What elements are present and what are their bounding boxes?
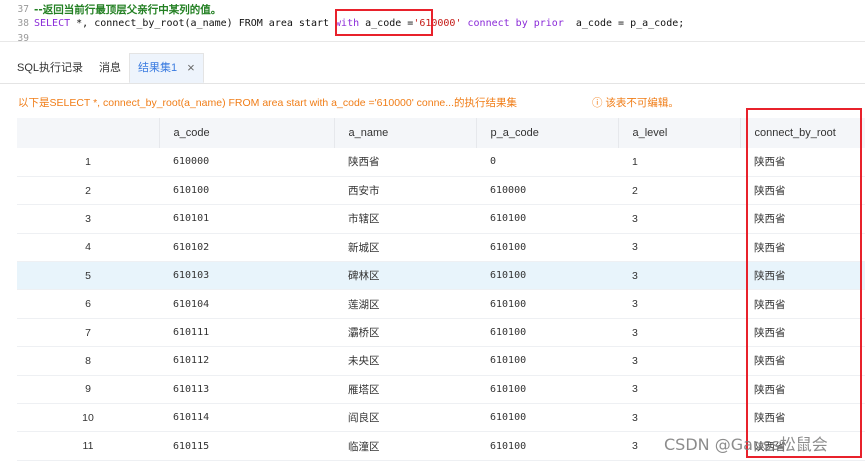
table-cell[interactable]: 610101 [159, 204, 334, 234]
table-row[interactable]: 2 610100 西安市 610000 2 陕西省 [17, 176, 865, 206]
line-number: 37 [17, 3, 29, 15]
sql-keyword: SELECT [34, 17, 71, 29]
table-cell[interactable]: 5 [17, 261, 159, 291]
table-cell[interactable]: 3 [618, 289, 740, 319]
sql-text: *, connect_by_root(a_name) FROM area sta… [70, 17, 336, 29]
table-cell[interactable]: 610000 [159, 148, 334, 177]
table-cell[interactable]: 3 [618, 261, 740, 291]
table-cell[interactable]: 7 [17, 318, 159, 348]
table-cell[interactable]: 3 [618, 318, 740, 348]
tab-result-set-1[interactable]: 结果集1 × [129, 53, 204, 83]
table-cell[interactable]: 陕西省 [334, 148, 476, 177]
editor-line-39: 39 [0, 31, 34, 45]
result-info-bar: 以下是SELECT *, connect_by_root(a_name) FRO… [0, 92, 865, 110]
table-cell[interactable]: 3 [618, 375, 740, 405]
table-cell[interactable]: 610100 [476, 403, 618, 433]
table-cell[interactable]: 610100 [476, 289, 618, 319]
result-message: 以下是SELECT *, connect_by_root(a_name) FRO… [18, 97, 517, 109]
table-cell[interactable]: 3 [17, 204, 159, 234]
table-cell[interactable]: 610100 [476, 261, 618, 291]
sql-comment: --返回当前行最顶层父亲行中某列的值。 [34, 3, 222, 16]
table-row[interactable]: 8 610112 未央区 610100 3 陕西省 [17, 346, 865, 376]
table-cell[interactable]: 3 [618, 233, 740, 263]
sql-keyword: connect by prior [461, 17, 564, 29]
table-cell[interactable]: 610102 [159, 233, 334, 263]
table-cell[interactable]: 灞桥区 [334, 318, 476, 348]
column-header-a-level[interactable]: a_level [617, 118, 740, 148]
table-cell[interactable]: 阎良区 [334, 403, 476, 433]
table-cell[interactable]: 3 [618, 204, 740, 234]
column-header-a-code[interactable]: a_code [158, 118, 334, 148]
table-cell[interactable]: 610100 [476, 233, 618, 263]
table-row[interactable]: 10 610114 阎良区 610100 3 陕西省 [17, 403, 865, 433]
column-header-a-name[interactable]: a_name [333, 118, 476, 148]
line-number: 38 [17, 17, 29, 29]
table-cell[interactable]: 3 [618, 346, 740, 376]
result-tabs: SQL执行记录 消息 结果集1 × [0, 52, 865, 84]
table-row[interactable]: 4 610102 新城区 610100 3 陕西省 [17, 233, 865, 263]
table-row[interactable]: 9 610113 雁塔区 610100 3 陕西省 [17, 375, 865, 405]
tab-label: 结果集1 [138, 62, 178, 74]
table-cell[interactable]: 1 [17, 148, 159, 177]
sql-text: a_code = p_a_code; [563, 17, 685, 29]
table-cell[interactable]: 2 [17, 176, 159, 206]
table-row[interactable]: 5 610103 碑林区 610100 3 陕西省 [17, 261, 865, 291]
table-cell[interactable]: 3 [618, 403, 740, 433]
tab-sql-history[interactable]: SQL执行记录 [0, 53, 91, 83]
table-cell[interactable]: 610100 [476, 431, 618, 461]
table-cell[interactable]: 610000 [476, 176, 618, 206]
table-cell[interactable]: 610100 [476, 318, 618, 348]
table-cell[interactable]: 11 [17, 431, 159, 461]
readonly-notice: ⓘ 该表不可编辑。 [592, 97, 679, 109]
table-cell[interactable]: 610100 [159, 176, 334, 206]
table-header: a_code a_name p_a_code a_level connect_by_ro… [17, 118, 865, 148]
table-cell[interactable]: 4 [17, 233, 159, 263]
table-row[interactable]: 1 610000 陕西省 0 1 陕西省 [17, 148, 865, 177]
table-cell[interactable]: 10 [17, 403, 159, 433]
annotation-box-connect-by-root [746, 108, 862, 458]
table-cell[interactable]: 临潼区 [334, 431, 476, 461]
sql-editor[interactable]: 37 --返回当前行最顶层父亲行中某列的值。 38 SELECT *, conn… [0, 0, 865, 45]
column-header-p-a-code[interactable]: p_a_code [475, 118, 618, 148]
table-cell[interactable]: 610100 [476, 346, 618, 376]
column-header-rownum[interactable] [17, 118, 159, 148]
table-cell[interactable]: 610112 [159, 346, 334, 376]
table-cell[interactable]: 雁塔区 [334, 375, 476, 405]
table-cell[interactable]: 9 [17, 375, 159, 405]
table-row[interactable]: 6 610104 莲湖区 610100 3 陕西省 [17, 289, 865, 319]
annotation-box-start-value [335, 9, 433, 36]
table-cell[interactable]: 610100 [476, 204, 618, 234]
tab-messages[interactable]: 消息 [91, 53, 129, 83]
table-cell[interactable]: 610111 [159, 318, 334, 348]
table-cell[interactable]: 莲湖区 [334, 289, 476, 319]
csdn-watermark: CSDN @Gauss松鼠会 [664, 435, 828, 454]
table-cell[interactable]: 市辖区 [334, 204, 476, 234]
table-row[interactable]: 3 610101 市辖区 610100 3 陕西省 [17, 204, 865, 234]
table-cell[interactable]: 610115 [159, 431, 334, 461]
table-cell[interactable]: 610104 [159, 289, 334, 319]
table-cell[interactable]: 610113 [159, 375, 334, 405]
line-number: 39 [17, 32, 29, 44]
table-cell[interactable]: 610103 [159, 261, 334, 291]
table-cell[interactable]: 新城区 [334, 233, 476, 263]
table-cell[interactable]: 0 [476, 148, 618, 177]
table-cell[interactable]: 8 [17, 346, 159, 376]
editor-line-37: 37 --返回当前行最顶层父亲行中某列的值。 [0, 2, 222, 16]
result-table: a_code a_name p_a_code a_level connect_by_ro… [17, 118, 865, 461]
table-cell[interactable]: 6 [17, 289, 159, 319]
table-cell[interactable]: 碑林区 [334, 261, 476, 291]
table-cell[interactable]: 西安市 [334, 176, 476, 206]
table-cell[interactable]: 2 [618, 176, 740, 206]
table-cell[interactable]: 610100 [476, 375, 618, 405]
table-cell[interactable]: 610114 [159, 403, 334, 433]
table-row[interactable]: 7 610111 灞桥区 610100 3 陕西省 [17, 318, 865, 348]
close-icon[interactable]: × [187, 53, 195, 83]
table-cell[interactable]: 未央区 [334, 346, 476, 376]
table-body: 1 610000 陕西省 0 1 陕西省 2 610100 西安市 610000 2 陕西省 3 6101… [17, 148, 865, 461]
table-cell[interactable]: 1 [618, 148, 740, 177]
